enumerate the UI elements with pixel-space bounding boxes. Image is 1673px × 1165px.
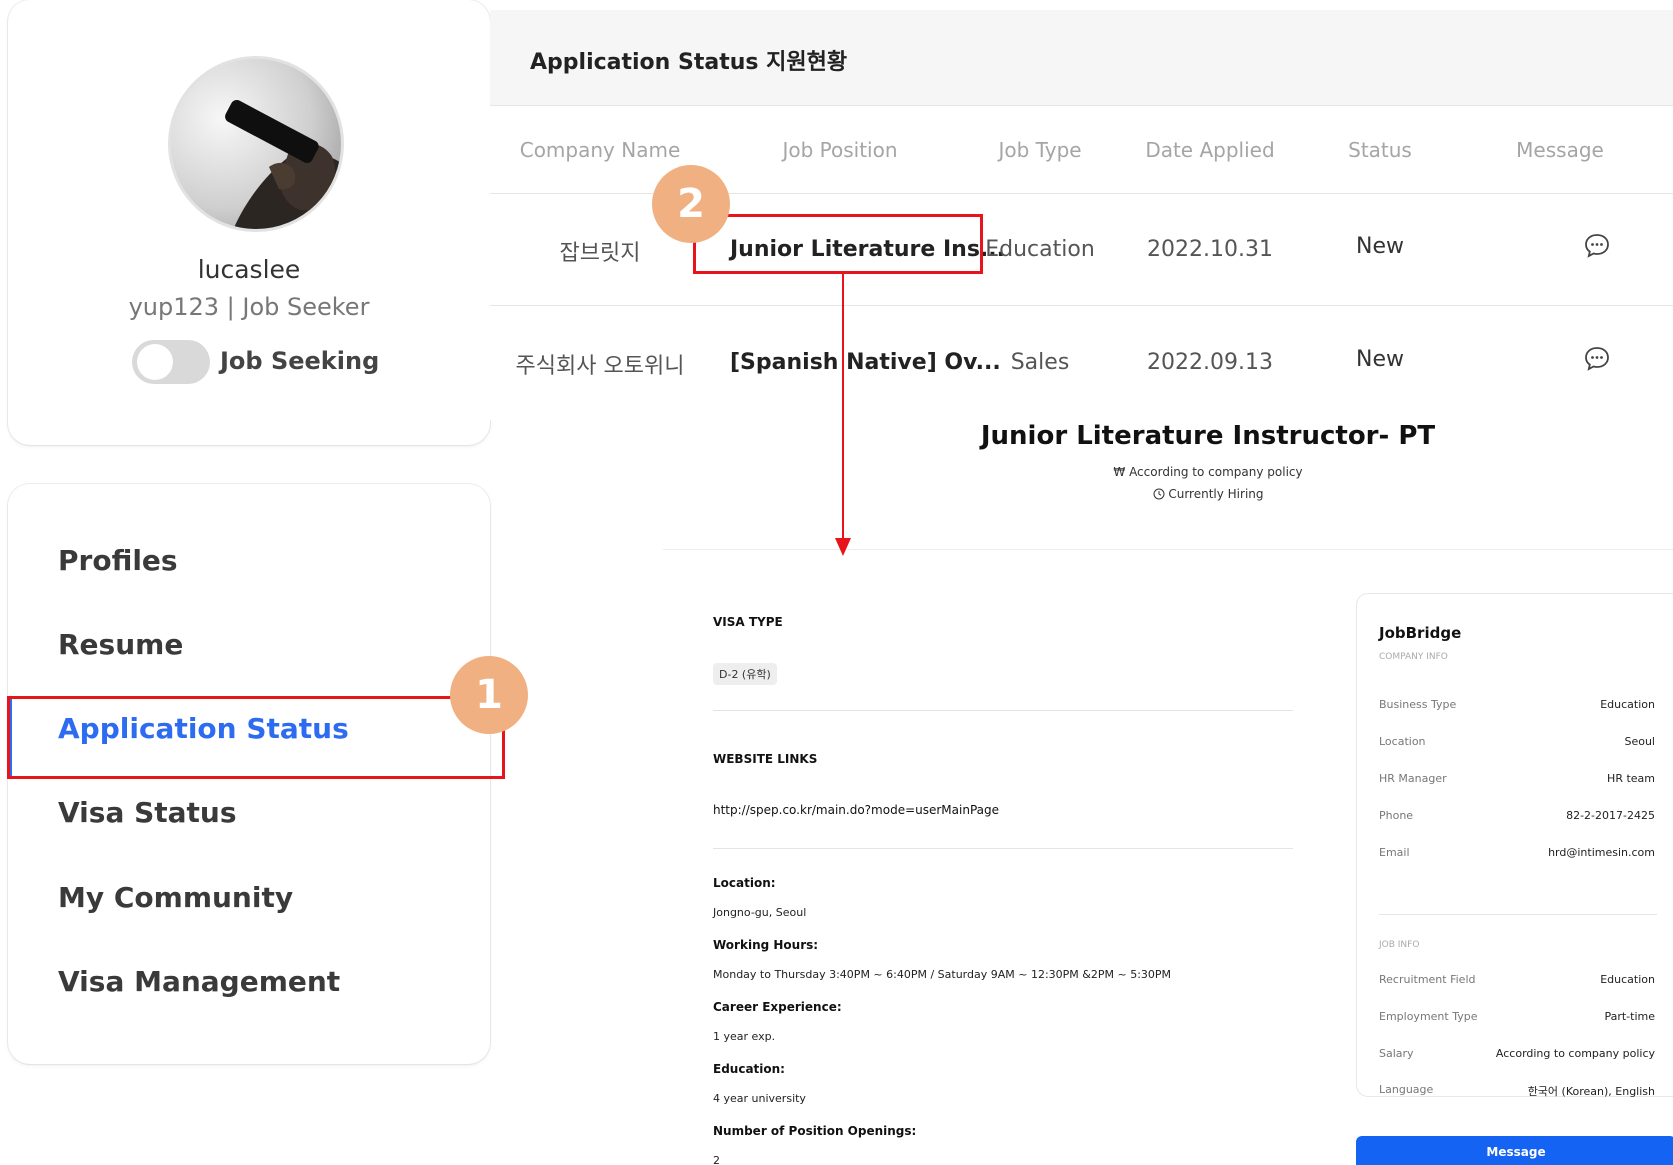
openings-key: Number of Position Openings: [713,1124,917,1138]
column-header-message[interactable]: Message [1490,138,1630,162]
info-key: Business Type [1379,698,1457,711]
divider [713,710,1293,711]
openings-value: 2 [713,1154,720,1165]
education-value: 4 year university [713,1092,806,1105]
info-key: Language [1379,1083,1434,1096]
info-key: Recruitment Field [1379,973,1476,986]
info-key: Location [1379,735,1426,748]
website-link[interactable]: http://spep.co.kr/main.do?mode=userMainP… [713,803,999,817]
divider [1379,914,1657,915]
info-key: Employment Type [1379,1010,1478,1023]
message-button[interactable]: Message [1356,1136,1673,1165]
info-value: 한국어 (Korean), English [1527,1085,1655,1098]
info-key: Salary [1379,1047,1414,1060]
row-2-date: 2022.09.13 [1147,350,1273,375]
divider [663,549,1673,550]
step-badge-2: 2 [652,165,730,243]
row-2-job-type: Sales [1010,350,1070,375]
working-hours-key: Working Hours: [713,938,819,952]
info-value: Education [1600,973,1655,986]
info-value: 82-2-2017-2425 [1566,809,1655,822]
row-1-date: 2022.10.31 [1147,237,1273,262]
company-info-card: JobBridge COMPANY INFO Business Type Edu… [1356,593,1673,1098]
hiring-text: Currently Hiring [1168,487,1264,501]
career-experience-value: 1 year exp. [713,1030,776,1043]
row-2-company: 주식회사 오토위니 [515,354,685,379]
info-value: Education [1600,698,1655,711]
job-detail-panel: Junior Literature Instructor- PT ₩ Accor… [663,383,1673,1165]
info-key: HR Manager [1379,772,1447,785]
info-value: HR team [1607,772,1655,785]
info-key: Phone [1379,809,1414,822]
divider [713,848,1293,849]
company-name: JobBridge [1379,624,1462,642]
toggle-knob [137,344,173,380]
avatar[interactable] [168,56,344,232]
row-2-status: New [1356,347,1404,372]
career-experience-key: Career Experience: [713,1000,842,1014]
visa-type-chip: D-2 (유학) [713,663,777,685]
menu-item-visa-status[interactable]: Visa Status [58,796,237,829]
step-badge-1: 1 [450,656,528,734]
education-key: Education: [713,1062,785,1076]
email-value[interactable]: hrd@intimesin.com [1548,846,1655,859]
location-value: Jongno-gu, Seoul [713,906,807,919]
info-key: Email [1379,846,1410,859]
chat-bubble-icon[interactable] [1582,344,1612,374]
column-header-position[interactable]: Job Position [730,138,950,162]
menu-item-visa-management[interactable]: Visa Management [58,965,340,998]
row-1-status: New [1356,234,1404,259]
row-1-company: 잡브릿지 [559,241,641,266]
highlight-box-job-position [693,214,983,274]
info-value: According to company policy [1495,1047,1655,1060]
job-seeking-label: Job Seeking [220,347,380,375]
profile-card: lucaslee yup123 | Job Seeker Job Seeking [8,0,490,445]
visa-type-label: VISA TYPE [713,615,783,629]
column-header-company[interactable]: Company Name [510,138,690,162]
company-info-label: COMPANY INFO [1379,652,1448,662]
won-icon: ₩ [1113,465,1126,479]
menu-item-resume[interactable]: Resume [58,628,183,661]
panel-header: Application Status 지원현황 [490,10,1673,106]
row-divider [490,305,1673,306]
website-links-label: WEBSITE LINKS [713,752,818,766]
salary-line: ₩ According to company policy [663,465,1673,479]
column-header-date[interactable]: Date Applied [1130,138,1290,162]
page-title: Application Status 지원현황 [530,50,848,75]
highlight-box-application-status [7,696,505,779]
row-2-position[interactable]: [Spanish Native] Ov... [730,350,1001,375]
job-info-label: JOB INFO [1379,940,1420,950]
row-1-job-type: Education [985,237,1095,262]
salary-text: According to company policy [1129,465,1303,479]
phone-hand-image [225,99,341,229]
info-value: Part-time [1604,1010,1655,1023]
column-header-job-type[interactable]: Job Type [970,138,1110,162]
clock-icon [1153,488,1164,500]
location-key: Location: [713,876,776,890]
chat-bubble-icon[interactable] [1582,231,1612,261]
username: lucaslee [197,255,301,284]
menu-item-profiles[interactable]: Profiles [58,544,178,577]
hiring-line: Currently Hiring [663,487,1673,501]
job-seeking-toggle[interactable] [132,340,210,384]
menu-item-my-community[interactable]: My Community [58,881,293,914]
working-hours-value: Monday to Thursday 3:40PM ~ 6:40PM / Sat… [713,968,1172,981]
job-title: Junior Literature Instructor- PT [980,421,1436,451]
info-value: Seoul [1624,735,1655,748]
user-id-role: yup123 | Job Seeker [128,293,370,321]
column-header-status[interactable]: Status [1320,138,1440,162]
